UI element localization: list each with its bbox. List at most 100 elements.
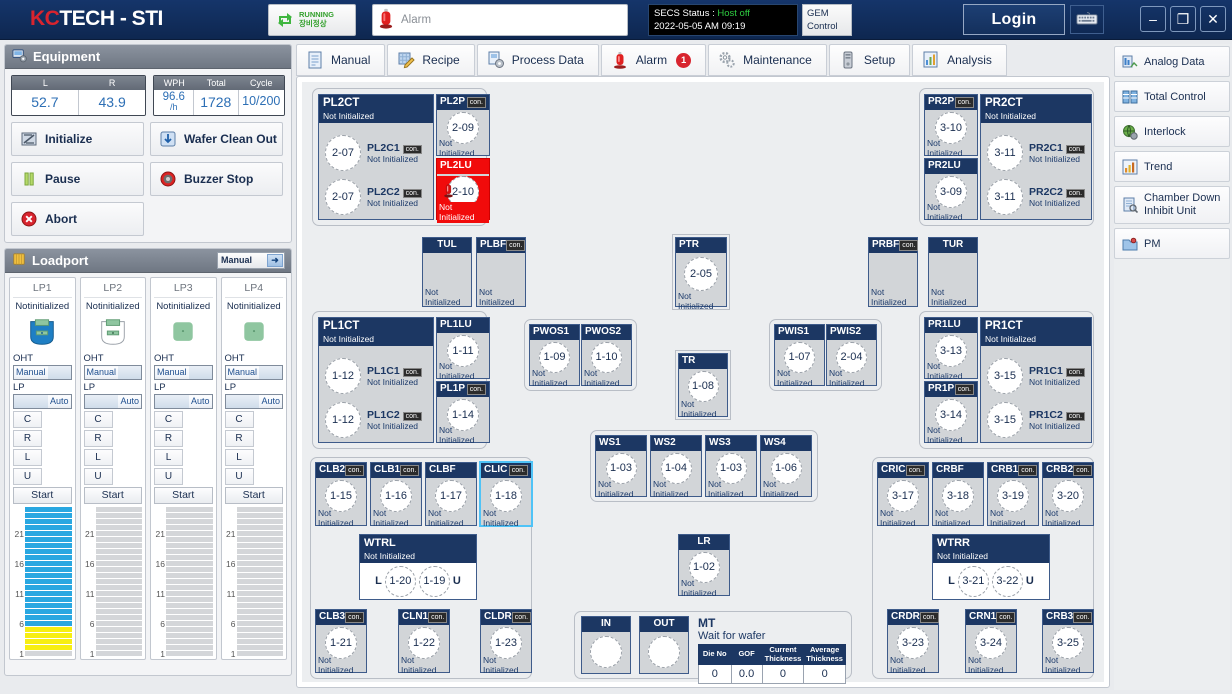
in-circle[interactable] [590, 635, 622, 668]
lp4-key-u[interactable]: U [224, 467, 254, 485]
ptr-circle[interactable]: 2-05 [684, 256, 718, 291]
gem-control-button[interactable]: GEM Control [802, 4, 852, 36]
loadport-mode-selector[interactable]: Manual ➜ [217, 251, 285, 269]
tab-alarm[interactable]: Alarm 1 [600, 44, 707, 76]
pl2c2-circle[interactable]: 2-07 [325, 179, 361, 215]
pl1p-unit[interactable]: PL1P con. 1-14 Not Initialized [436, 381, 490, 445]
clic-con-badge[interactable]: con. [508, 464, 528, 476]
lp3-lp-toggle[interactable]: Auto [154, 393, 213, 409]
prbf-con-badge[interactable]: con. [899, 239, 919, 251]
tul-unit[interactable]: TUL Not Initialized [422, 237, 472, 307]
ws1-unit[interactable]: WS1 1-03 Not Initialized [595, 435, 647, 499]
crb2-circle[interactable]: 3-20 [1052, 479, 1084, 512]
crb3-circle[interactable]: 3-25 [1052, 626, 1084, 659]
lp3-key-l[interactable]: L [154, 448, 183, 466]
crn1-unit[interactable]: CRN1 con. 3-24 Not Initialized [965, 609, 1017, 675]
clb1-circle[interactable]: 1-16 [380, 479, 412, 512]
pl2c2-con-badge[interactable]: con. [402, 188, 422, 198]
wtrl-right-circle[interactable]: 1-19 [418, 565, 450, 597]
crbf-unit[interactable]: CRBF 3-18 Not Initialized [932, 462, 984, 528]
cric-unit[interactable]: CRIC con. 3-17 Not Initialized [877, 462, 929, 528]
pr1ct-unit[interactable]: PR1CT Not Initialized 3-15 PR1C1 con. No… [980, 317, 1092, 443]
pr2p-unit[interactable]: PR2P con. 3-10 Not Initialized [924, 94, 978, 158]
pl2p-unit[interactable]: PL2P con. 2-09 Not Initialized [436, 94, 490, 158]
tab-recipe[interactable]: Recipe [387, 44, 475, 76]
lp2-slot-bars[interactable] [95, 506, 142, 656]
lp3-slot-bars[interactable] [166, 506, 213, 656]
initialize-button[interactable]: Initialize [11, 121, 144, 156]
lp2-lp-toggle[interactable]: Auto [83, 393, 142, 409]
pr2c1-row[interactable]: 3-11 PR2C1 con. Not Initialized [987, 135, 1086, 171]
pl1c1-row[interactable]: 1-12 PL1C1 con. Not Initialized [325, 358, 422, 394]
crb2-unit[interactable]: CRB2 con. 3-20 Not Initialized [1042, 462, 1094, 528]
lr-unit[interactable]: LR 1-02 Not Initialized [678, 534, 730, 598]
buzzer-stop-button[interactable]: Buzzer Stop [150, 161, 283, 196]
in-unit[interactable]: IN [581, 616, 631, 674]
abort-button[interactable]: Abort [11, 201, 144, 236]
loadport-lp4[interactable]: LP4 Notinitialized OHT Manual LP Auto C … [220, 276, 287, 660]
pr2ct-unit[interactable]: PR2CT Not Initialized 3-11 PR2C1 con. No… [980, 94, 1092, 220]
lp1-key-u[interactable]: U [13, 467, 42, 485]
loadport-lp3[interactable]: LP3 Notinitialized OHT Manual LP Auto C … [150, 276, 217, 660]
tur-unit[interactable]: TUR Not Initialized [928, 237, 978, 307]
alarm-message-bar[interactable]: Alarm [372, 4, 628, 36]
pr2c1-con-badge[interactable]: con. [1065, 144, 1086, 154]
pl1c2-row[interactable]: 1-12 PL1C2 con. Not Initialized [325, 402, 422, 438]
pl2c1-con-badge[interactable]: con. [402, 144, 422, 154]
login-button[interactable]: Login [963, 4, 1065, 35]
crn1-con-badge[interactable]: con. [996, 611, 1016, 623]
crb1-circle[interactable]: 3-19 [997, 479, 1029, 512]
lp4-slot-bars[interactable] [236, 506, 283, 656]
crdr-unit[interactable]: CRDR con. 3-23 Not Initialized [887, 609, 940, 675]
crb1-con-badge[interactable]: con. [1018, 464, 1038, 476]
clb1-con-badge[interactable]: con. [400, 464, 420, 476]
tab-analysis[interactable]: Analysis [912, 44, 1007, 76]
lp4-start-button[interactable]: Start [224, 486, 283, 504]
pr1c1-row[interactable]: 3-15 PR1C1 con. Not Initialized [987, 358, 1086, 394]
pr1c1-circle[interactable]: 3-15 [987, 358, 1023, 394]
clb1-unit[interactable]: CLB1 con. 1-16 Not Initialized [370, 462, 422, 528]
clb2-unit[interactable]: CLB2 con. 1-15 Not Initialized [315, 462, 367, 528]
tr-unit[interactable]: TR 1-08 Not Initialized [675, 350, 731, 420]
lp3-oht-toggle[interactable]: Manual [154, 364, 213, 380]
loadport-lp2[interactable]: LP2 Notinitialized OHT Manual LP Auto C … [79, 276, 146, 660]
cric-con-badge[interactable]: con. [905, 464, 925, 476]
cldr-con-badge[interactable]: con. [511, 611, 532, 623]
pl1p-con-badge[interactable]: con. [466, 383, 486, 395]
wtrl-unit[interactable]: WTRL Not Initialized L 1-20 1-19 U [359, 534, 477, 600]
pwos2-unit[interactable]: PWOS2 1-10 Not Initialized [581, 324, 632, 388]
clb3-con-badge[interactable]: con. [345, 611, 365, 623]
cln1-unit[interactable]: CLN1 con. 1-22 Not Initialized [398, 609, 450, 675]
pr1c2-row[interactable]: 3-15 PR1C2 con. Not Initialized [987, 402, 1086, 438]
pr1p-unit[interactable]: PR1P con. 3-14 Not Initialized [924, 381, 978, 445]
pl1c2-con-badge[interactable]: con. [402, 411, 422, 421]
crdr-circle[interactable]: 3-23 [897, 626, 929, 659]
clb3-unit[interactable]: CLB3 con. 1-21 Not Initialized [315, 609, 367, 675]
tab-maintenance[interactable]: Maintenance [708, 44, 827, 76]
cric-circle[interactable]: 3-17 [887, 479, 919, 512]
lp4-oht-toggle[interactable]: Manual [224, 364, 283, 380]
menu-item-pm[interactable]: PM [1114, 228, 1230, 259]
pl1c1-circle[interactable]: 1-12 [325, 358, 361, 394]
pl2ct-unit[interactable]: PL2CT Not Initialized 2-07 PL2C1 con. No… [318, 94, 434, 220]
menu-item-chamber-down-inhibit-unit[interactable]: Chamber Down Inhibit Unit [1114, 186, 1230, 224]
lp1-lp-toggle[interactable]: Auto [13, 393, 72, 409]
crdr-con-badge[interactable]: con. [919, 611, 940, 623]
lp2-oht-toggle[interactable]: Manual [83, 364, 142, 380]
crb2-con-badge[interactable]: con. [1073, 464, 1093, 476]
clic-unit[interactable]: CLIC con. 1-18 Not Initialized [480, 462, 532, 528]
out-unit[interactable]: OUT [639, 616, 689, 674]
lp1-start-button[interactable]: Start [13, 486, 72, 504]
tr-circle[interactable]: 1-08 [687, 370, 719, 402]
pl1lu-unit[interactable]: PL1LU 1-11 Not Initialized [436, 317, 490, 381]
cldr-circle[interactable]: 1-23 [490, 626, 522, 659]
lp4-lp-toggle[interactable]: Auto [224, 393, 283, 409]
wtrr-unit[interactable]: WTRR Not Initialized L 3-21 3-22 U [932, 534, 1050, 600]
lp2-key-r[interactable]: R [83, 429, 113, 447]
lp4-key-l[interactable]: L [224, 448, 254, 466]
clbf-circle[interactable]: 1-17 [435, 479, 467, 512]
pause-button[interactable]: Pause [11, 161, 144, 196]
tab-setup[interactable]: Setup [828, 44, 911, 76]
plbf-unit[interactable]: PLBF con. Not Initialized [476, 237, 526, 307]
crb3-con-badge[interactable]: con. [1073, 611, 1093, 623]
